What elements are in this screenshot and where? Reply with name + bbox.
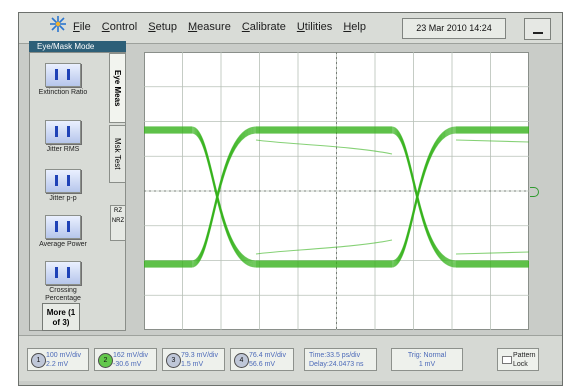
extinction-ratio-icon [45, 63, 81, 87]
menu-setup[interactable]: Setup [148, 21, 177, 33]
crossing-percentage-label: Crossing Percentage [45, 287, 81, 302]
timebase-scale: Time:33.5 ps/div [309, 352, 361, 359]
menu-calibrate[interactable]: Calibrate [242, 21, 286, 33]
channel-1-info[interactable]: 1 100 mV/div 2.2 mV [27, 348, 89, 371]
jitter-pp-button[interactable]: Jitter p-p [37, 169, 89, 203]
channel-4-badge: 4 [234, 353, 249, 368]
menu-file[interactable]: File [73, 21, 91, 33]
side-tabs: Eye Meas Msk Test [109, 53, 127, 330]
pattern-lock-label-1: Pattern [513, 352, 536, 359]
status-bar: 1 100 mV/div 2.2 mV 2 162 mV/div -30.6 m… [19, 335, 562, 381]
tab-eye-meas[interactable]: Eye Meas [109, 53, 126, 123]
tab-mask-test[interactable]: Msk Test [109, 125, 126, 183]
trigger-info[interactable]: Trig: Normal 1 mV [391, 348, 463, 371]
timebase-delay: Delay:24.0473 ns [309, 361, 364, 368]
pattern-lock-label-2: Lock [513, 361, 528, 368]
crossing-percentage-icon [45, 261, 81, 285]
rz-nrz-toggle[interactable]: RZ NRZ [110, 205, 126, 241]
channel-1-badge: 1 [31, 353, 46, 368]
agilent-logo-icon [50, 16, 66, 32]
waveform-display[interactable] [144, 52, 529, 330]
menu-items: File Control Setup Measure Calibrate Uti… [73, 21, 366, 33]
channel-3-offset: 1.5 mV [181, 361, 204, 368]
menu-measure[interactable]: Measure [188, 21, 231, 33]
channel-3-badge: 3 [166, 353, 181, 368]
date-time-display[interactable]: 23 Mar 2010 14:24 [402, 18, 506, 39]
trigger-level: 1 mV [418, 361, 436, 368]
eye-diagram [144, 52, 529, 330]
menu-bar: File Control Setup Measure Calibrate Uti… [19, 13, 562, 44]
channel-4-info[interactable]: 4 76.4 mV/div 56.6 mV [230, 348, 294, 371]
channel-2-offset: -30.6 mV [113, 361, 142, 368]
channel-4-scale: 76.4 mV/div [249, 352, 286, 359]
channel-2-info[interactable]: 2 162 mV/div -30.6 mV [94, 348, 157, 371]
channel-4-offset: 56.6 mV [249, 361, 276, 368]
timebase-info[interactable]: Time:33.5 ps/div Delay:24.0473 ns [304, 348, 377, 371]
channel-3-scale: 79.3 mV/div [181, 352, 218, 359]
average-power-icon [45, 215, 81, 239]
trigger-mode: Trig: Normal [407, 352, 447, 359]
extinction-ratio-label: Extinction Ratio [38, 89, 88, 96]
rz-label: RZ [114, 208, 122, 214]
measurement-panel: Extinction Ratio Jitter RMS Jitter p-p A… [29, 52, 126, 331]
minimize-button[interactable] [524, 18, 551, 40]
average-power-label: Average Power [39, 241, 87, 248]
pattern-lock-button[interactable]: Pattern Lock [497, 348, 539, 371]
more-button[interactable]: More (1 of 3) [42, 303, 80, 331]
channel-2-badge: 2 [98, 353, 113, 368]
extinction-ratio-button[interactable]: Extinction Ratio [37, 63, 89, 97]
jitter-rms-label: Jitter RMS [46, 146, 80, 153]
trigger-level-marker[interactable] [530, 187, 539, 197]
nrz-label: NRZ [111, 218, 125, 224]
menu-utilities[interactable]: Utilities [297, 21, 332, 33]
jitter-pp-label: Jitter p-p [49, 195, 77, 202]
menu-control[interactable]: Control [102, 21, 137, 33]
channel-2-scale: 162 mV/div [113, 352, 149, 359]
channel-1-scale: 100 mV/div [46, 352, 82, 359]
jitter-rms-icon [45, 120, 81, 144]
channel-3-info[interactable]: 3 79.3 mV/div 1.5 mV [162, 348, 225, 371]
crossing-percentage-button[interactable]: Crossing Percentage [37, 261, 89, 303]
jitter-pp-icon [45, 169, 81, 193]
mode-label: Eye/Mask Mode [29, 41, 126, 52]
channel-1-offset: 2.2 mV [46, 361, 69, 368]
menu-help[interactable]: Help [343, 21, 366, 33]
jitter-rms-button[interactable]: Jitter RMS [37, 120, 89, 154]
application-window: File Control Setup Measure Calibrate Uti… [18, 12, 563, 386]
average-power-button[interactable]: Average Power [37, 215, 89, 249]
